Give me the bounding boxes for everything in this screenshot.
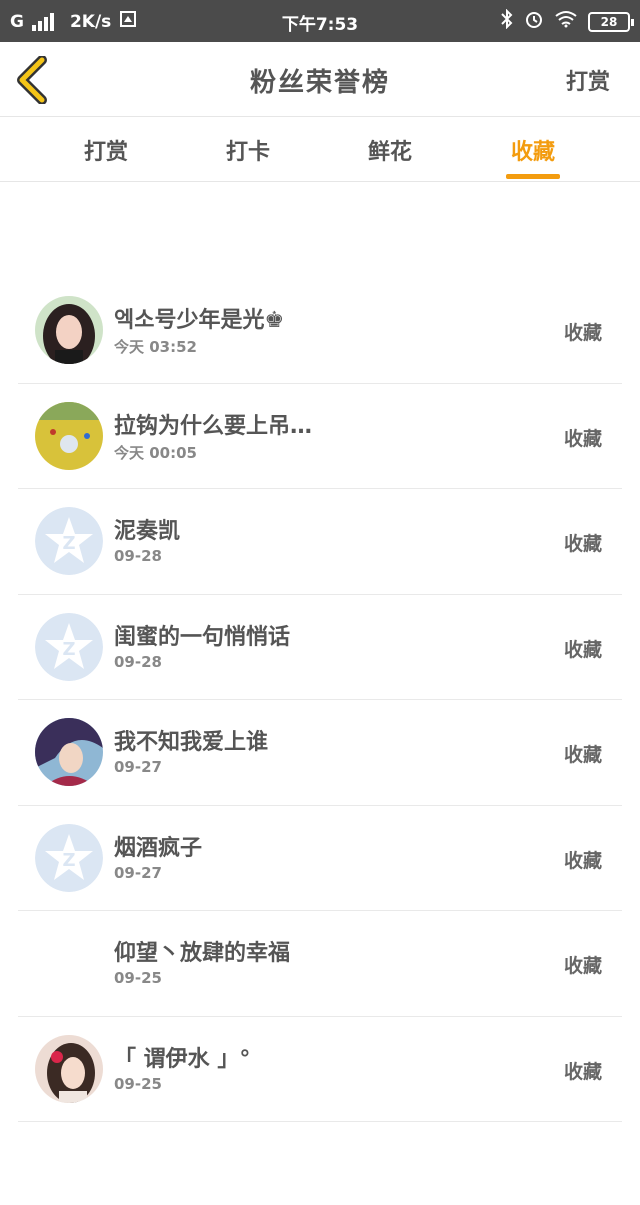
wifi-icon [554,10,578,33]
avatar [35,718,103,786]
list-item[interactable]: Z 闺蜜的一句悄悄话 09-28 收藏 [18,595,622,700]
list-item[interactable]: Z 泥奏凯 09-28 收藏 [18,489,622,595]
tab-checkin[interactable]: 打卡 [198,134,298,166]
tab-bar: 打赏 打卡 鲜花 收藏 [0,118,640,182]
battery-level: 28 [600,14,618,29]
action-label: 收藏 [563,322,602,344]
list-item[interactable]: 仰望丶放肆的幸福 09-25 收藏 [18,911,622,1017]
action-label: 收藏 [563,1060,602,1083]
page-title: 粉丝荣誉榜 [249,68,390,98]
timestamp: 今天 00:05 [114,443,197,462]
status-right: 28 [500,8,634,34]
action-label: 收藏 [563,849,602,872]
action-label: 收藏 [563,427,602,450]
svg-text:Z: Z [62,850,75,871]
nav-bar: 粉丝荣誉榜 打赏 [0,42,640,117]
avatar [35,296,103,364]
default-avatar-icon: Z [35,823,103,892]
timestamp: 今天 03:52 [114,338,197,356]
action-label: 收藏 [563,744,602,766]
user-name: 泥奏凯 [114,519,181,544]
list-item[interactable]: 엑소号少年是光♚ 今天 03:52 收藏 [18,278,622,384]
timestamp: 09-28 [114,547,162,565]
user-name: 闺蜜的一句悄悄话 [114,624,291,650]
timestamp: 09-25 [114,969,162,987]
svg-text:Z: Z [62,639,75,660]
user-name: 仰望丶放肆的幸福 [114,941,291,966]
timestamp: 09-28 [114,652,162,671]
reward-button[interactable]: 打赏 [566,64,610,96]
avatar [35,401,103,470]
timestamp: 09-25 [114,1074,162,1093]
tab-flowers[interactable]: 鲜花 [340,134,440,166]
user-name: 拉钩为什么要上吊… [114,413,313,439]
active-tab-indicator [506,174,560,179]
action-label: 收藏 [563,533,602,555]
tab-favorites[interactable]: 收藏 [483,134,583,166]
user-name: 엑소号少年是光♚ [114,308,285,333]
status-bar: G 2K/s 下午7:53 28 [0,0,640,42]
list-item[interactable]: 我不知我爱上谁 09-27 收藏 [18,700,622,806]
user-name: 我不知我爱上谁 [114,730,269,755]
timestamp: 09-27 [114,758,162,776]
user-name: 「 谓伊水 」° [114,1046,251,1072]
bluetooth-icon [500,8,514,34]
avatar [35,929,103,997]
default-avatar-icon: Z [35,507,103,575]
action-label: 收藏 [563,955,602,977]
action-label: 收藏 [563,638,602,661]
timestamp: 09-27 [114,863,162,882]
list-item[interactable]: 「 谓伊水 」° 09-25 收藏 [18,1017,622,1122]
battery-icon: 28 [588,11,634,32]
avatar [35,1034,103,1103]
default-avatar-icon: Z [35,612,103,681]
list-item[interactable]: 拉钩为什么要上吊… 今天 00:05 收藏 [18,384,622,489]
fan-list: 엑소号少年是光♚ 今天 03:52 收藏 拉钩为什么要上吊… 今天 00:05 … [18,278,622,1122]
list-item[interactable]: Z 烟酒疯子 09-27 收藏 [18,806,622,911]
tab-reward[interactable]: 打赏 [56,134,156,166]
alarm-icon [524,9,544,34]
svg-text:Z: Z [62,533,75,554]
user-name: 烟酒疯子 [114,835,203,861]
